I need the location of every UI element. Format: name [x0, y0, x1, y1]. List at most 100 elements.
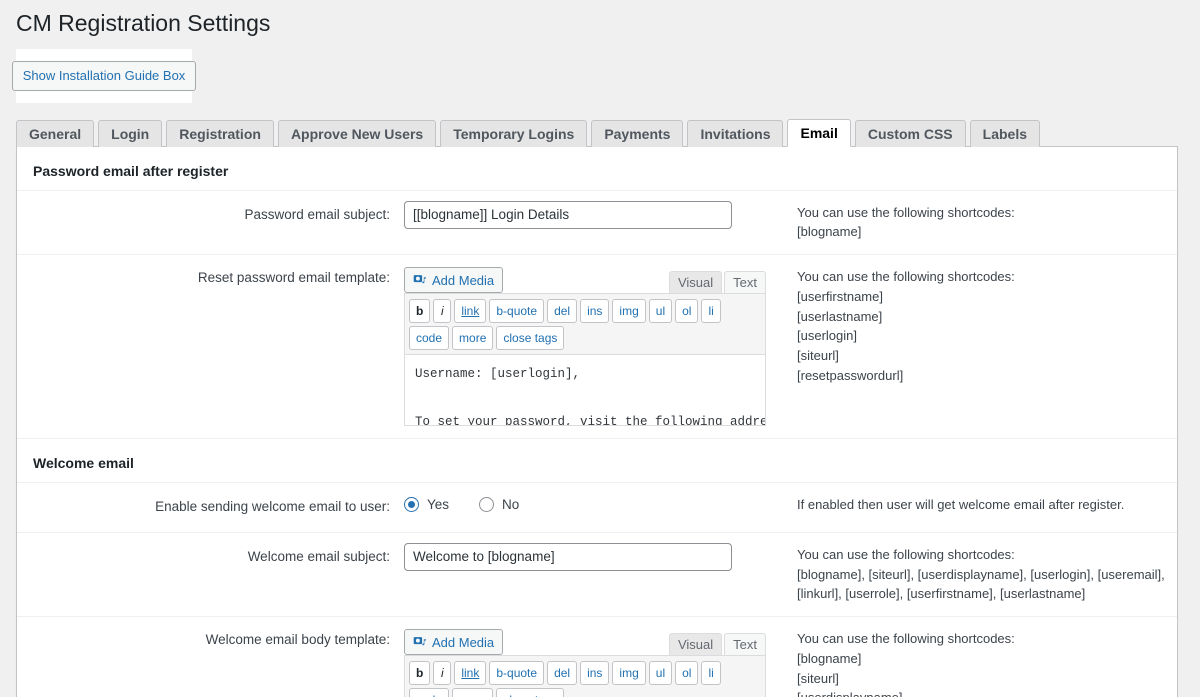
editor-tab-visual[interactable]: Visual — [668, 271, 723, 294]
editor-toolbar-top-2: Add Media Visual Text — [404, 627, 766, 656]
quicktag-close-tags[interactable]: close tags — [496, 688, 565, 697]
tab-invitations[interactable]: Invitations — [687, 119, 784, 147]
shortcode-userlogin: [userlogin] — [797, 328, 857, 344]
help-enable-welcome-email: If enabled then user will get welcome em… — [781, 483, 1177, 532]
add-media-icon — [413, 635, 427, 649]
quicktag-i[interactable]: i — [433, 299, 452, 324]
quicktag-b-quote[interactable]: b-quote — [489, 661, 545, 686]
email-settings-panel: Password email after register Password e… — [16, 146, 1178, 697]
help-reset-password-template: You can use the following shortcodes: [u… — [781, 255, 1177, 438]
section-heading-password-email: Password email after register — [33, 162, 229, 179]
shortcode-userlastname: [userlastname] — [797, 308, 883, 324]
row-welcome-email-subject: Welcome email subject: You can use the f… — [17, 531, 1177, 616]
quicktag-code[interactable]: code — [409, 688, 450, 697]
tab-email[interactable]: Email — [787, 118, 851, 147]
quicktags-toolbar-1: b i link b-quote del ins img ul ol li co… — [404, 293, 766, 356]
label-welcome-email-body-template: Welcome email body template: — [205, 632, 390, 648]
quicktag-b[interactable]: b — [409, 299, 431, 324]
row-enable-welcome-email: Enable sending welcome email to user: Ye… — [17, 481, 1177, 532]
tab-custom-css[interactable]: Custom CSS — [854, 119, 966, 147]
row-password-email-subject: Password email subject: You can use the … — [17, 189, 1177, 255]
tab-login[interactable]: Login — [98, 119, 163, 147]
quicktag-li[interactable]: li — [701, 299, 721, 324]
add-media-button-2[interactable]: Add Media — [404, 629, 504, 656]
label-welcome-email-subject: Welcome email subject: — [247, 548, 390, 564]
row-reset-password-template: Reset password email template: Add Media — [17, 254, 1177, 438]
quicktag-link[interactable]: link — [454, 299, 487, 324]
shortcode-line-2: [linkurl], [userrole], [userfirstname], … — [797, 586, 1086, 602]
radio-no-indicator[interactable] — [479, 496, 495, 512]
quicktag-ol[interactable]: ol — [675, 299, 699, 324]
add-media-label: Add Media — [432, 634, 495, 650]
tab-payments[interactable]: Payments — [591, 119, 684, 147]
shortcode-line-1: [blogname], [siteurl], [userdisplayname]… — [797, 566, 1165, 582]
tab-temporary-logins[interactable]: Temporary Logins — [440, 119, 588, 147]
radio-option-no[interactable]: No — [479, 496, 520, 512]
help-intro: You can use the following shortcodes: — [797, 546, 1015, 562]
shortcode-blogname: [blogname] — [797, 650, 862, 666]
page-title: CM Registration Settings — [16, 10, 271, 36]
shortcode-userfirstname: [userfirstname] — [797, 288, 883, 304]
label-enable-welcome-email: Enable sending welcome email to user: — [155, 498, 390, 514]
quicktag-del[interactable]: del — [547, 661, 578, 686]
show-installation-guide-button[interactable]: Show Installation Guide Box — [11, 60, 197, 91]
quicktag-ul[interactable]: ul — [648, 299, 673, 324]
installation-guide-box: Show Installation Guide Box — [11, 48, 197, 103]
welcome-email-radio-group: Yes No — [404, 493, 781, 512]
shortcode-userdisplayname: [userdisplayname] — [797, 688, 1161, 697]
quicktag-ol[interactable]: ol — [675, 661, 699, 686]
row-welcome-email-body: Welcome email body template: Add Media V… — [17, 616, 1177, 697]
help-password-email-subject: You can use the following shortcodes: [b… — [781, 191, 1177, 255]
quicktag-link[interactable]: link — [454, 661, 487, 686]
help-intro: You can use the following shortcodes: — [797, 269, 1015, 285]
quicktag-img[interactable]: img — [612, 661, 646, 686]
tab-registration[interactable]: Registration — [166, 119, 274, 147]
quicktag-i[interactable]: i — [433, 661, 452, 686]
reset-password-editor: Add Media Visual Text b i link b-quote d… — [404, 265, 766, 427]
help-intro: You can use the following shortcodes: — [797, 204, 1015, 220]
quicktag-img[interactable]: img — [612, 299, 646, 324]
tab-general[interactable]: General — [16, 119, 95, 147]
add-media-label: Add Media — [432, 272, 495, 288]
section-heading-welcome-email: Welcome email — [17, 438, 1177, 482]
welcome-email-subject-input[interactable] — [404, 542, 732, 571]
settings-tab-bar: General Login Registration Approve New U… — [16, 118, 1178, 147]
quicktag-b-quote[interactable]: b-quote — [489, 299, 545, 324]
tab-approve-new-users[interactable]: Approve New Users — [277, 119, 437, 147]
quicktags-toolbar-2: b i link b-quote del ins img ul ol li co… — [404, 655, 766, 697]
quicktag-ul[interactable]: ul — [648, 661, 673, 686]
quicktag-del[interactable]: del — [547, 299, 578, 324]
editor-tab-text[interactable]: Text — [724, 271, 766, 294]
quicktag-li[interactable]: li — [701, 661, 721, 686]
help-intro: You can use the following shortcodes: — [797, 631, 1015, 647]
help-welcome-email-subject: You can use the following shortcodes: [b… — [781, 533, 1177, 616]
shortcode-blogname: [blogname] — [797, 224, 862, 240]
radio-option-yes[interactable]: Yes — [404, 496, 450, 512]
shortcode-siteurl: [siteurl] — [797, 348, 839, 364]
radio-yes-label: Yes — [427, 496, 450, 512]
editor-tab-text[interactable]: Text — [724, 633, 766, 656]
add-media-icon — [413, 273, 427, 287]
shortcode-siteurl: [siteurl] — [797, 670, 839, 686]
quicktag-ins[interactable]: ins — [580, 661, 610, 686]
tab-labels[interactable]: Labels — [969, 119, 1040, 147]
editor-mode-tabs-2: Visual Text — [668, 633, 766, 656]
quicktag-more[interactable]: more — [452, 688, 494, 697]
help-text: If enabled then user will get welcome em… — [797, 496, 1125, 512]
quicktag-more[interactable]: more — [452, 326, 494, 351]
add-media-button[interactable]: Add Media — [404, 267, 504, 294]
password-email-subject-input[interactable] — [404, 200, 732, 229]
label-password-email-subject: Password email subject: — [244, 206, 390, 222]
reset-password-email-textarea[interactable]: Username: [userlogin], To set your passw… — [404, 355, 766, 427]
radio-no-label: No — [502, 496, 520, 512]
label-reset-password-email-template: Reset password email template: — [197, 270, 390, 286]
quicktag-ins[interactable]: ins — [580, 299, 610, 324]
editor-tab-visual[interactable]: Visual — [668, 633, 723, 656]
quicktag-close-tags[interactable]: close tags — [496, 326, 565, 351]
shortcode-resetpasswordurl: [resetpasswordurl] — [797, 367, 904, 383]
quicktag-code[interactable]: code — [409, 326, 450, 351]
welcome-email-editor: Add Media Visual Text b i link b-quote d… — [404, 627, 766, 697]
help-welcome-email-body: You can use the following shortcodes: [b… — [781, 617, 1177, 697]
radio-yes-indicator[interactable] — [404, 496, 419, 512]
quicktag-b[interactable]: b — [409, 661, 431, 686]
